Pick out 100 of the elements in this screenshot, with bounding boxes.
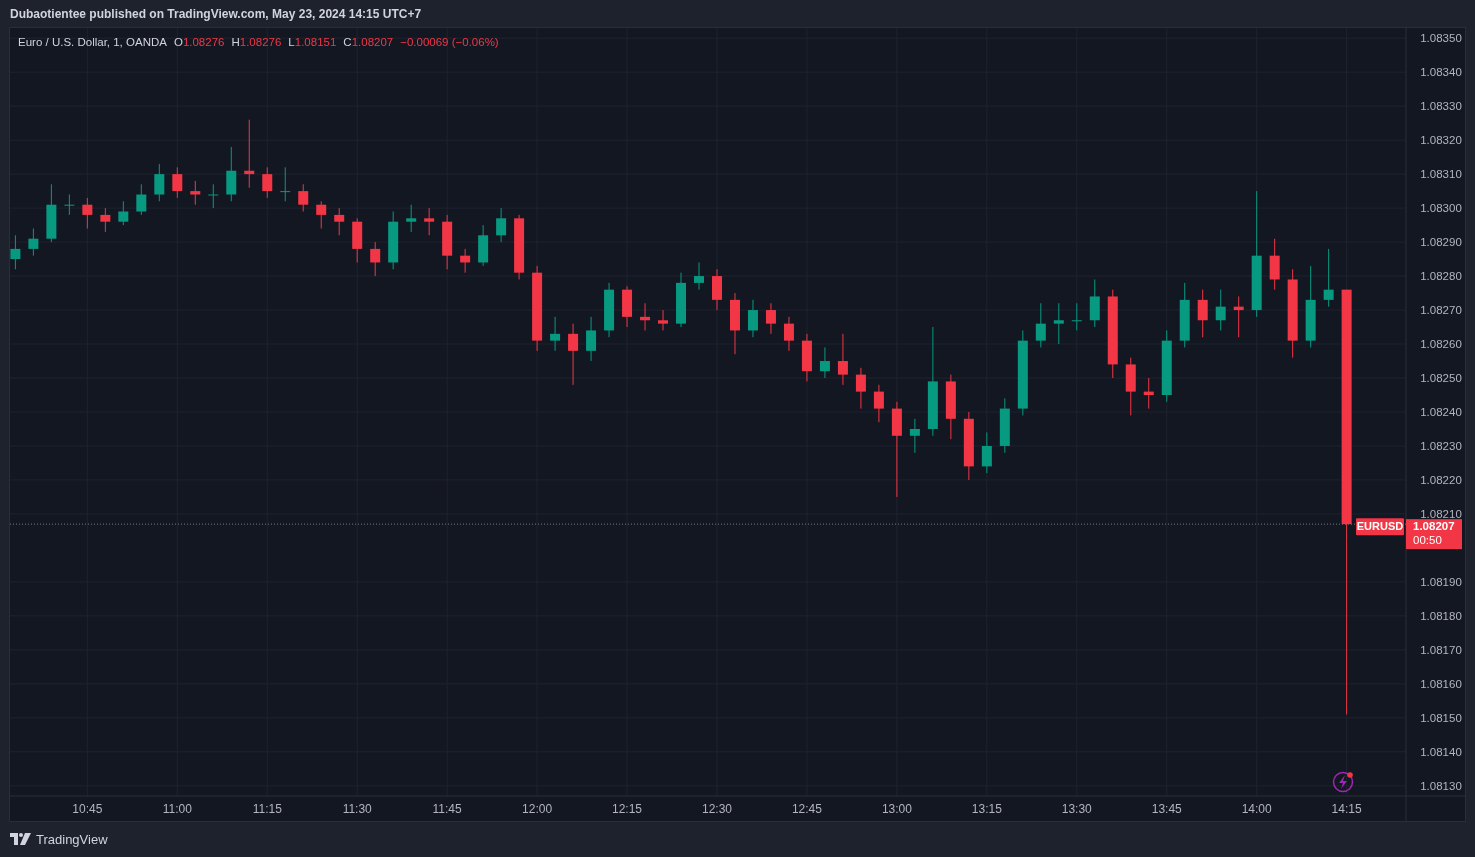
- time-axis-label: 11:45: [432, 802, 462, 816]
- price-axis-label: 1.08350: [1420, 32, 1462, 45]
- price-axis-label: 1.08330: [1420, 100, 1462, 113]
- candlestick: [801, 333, 812, 382]
- time-axis-label: 10:45: [72, 802, 103, 816]
- candlestick: [622, 285, 633, 328]
- lightning-icon[interactable]: [1332, 771, 1354, 793]
- price-axis-label: 1.08260: [1420, 338, 1462, 351]
- candlestick: [226, 146, 237, 202]
- candlestick: [999, 397, 1010, 454]
- time-axis-label: 13:00: [881, 802, 912, 816]
- ohlc-label: L: [288, 36, 295, 48]
- candlestick: [316, 200, 327, 229]
- candlestick: [262, 166, 273, 199]
- price-axis-label: 1.08290: [1420, 236, 1462, 249]
- candlestick: [604, 282, 615, 338]
- candlestick: [514, 214, 525, 280]
- candlestick: [424, 207, 435, 236]
- candlestick: [747, 299, 758, 338]
- price-axis-label: 1.08160: [1420, 677, 1462, 690]
- time-axis-label: 11:30: [342, 802, 372, 816]
- time-axis-label: 11:00: [162, 802, 192, 816]
- candlestick: [10, 234, 21, 270]
- price-axis-label: 1.08210: [1420, 507, 1462, 520]
- candlestick: [550, 316, 561, 352]
- price-axis-label: 1.08320: [1420, 134, 1462, 147]
- price-axis-label: 1.08300: [1420, 202, 1462, 215]
- candlestick: [819, 346, 830, 379]
- candlestick: [280, 166, 291, 202]
- price-axis-label: 1.08270: [1420, 304, 1462, 317]
- candlestick: [496, 207, 507, 243]
- candlestick: [873, 384, 884, 423]
- candlestick: [1089, 278, 1100, 328]
- logo-icon: [10, 833, 31, 845]
- ohlc-value: 1.08207: [351, 36, 394, 48]
- symbol-tag: EURUSD: [1356, 518, 1404, 536]
- candlestick: [478, 224, 489, 267]
- candlestick: [694, 262, 704, 291]
- candlestick: [1125, 357, 1136, 416]
- candlestick: [1179, 282, 1190, 348]
- candlestick: [1143, 377, 1154, 410]
- candlestick: [981, 431, 992, 474]
- price-axis-label: 1.08280: [1420, 270, 1462, 283]
- candlestick: [118, 200, 129, 226]
- candlestick: [568, 323, 579, 386]
- time-axis-label: 13:15: [971, 802, 1002, 816]
- price-axis-label: 1.08170: [1420, 643, 1462, 656]
- candlestick: [244, 119, 255, 189]
- price-axis-label: 1.08130: [1420, 779, 1462, 792]
- price-axis-label: 1.08230: [1420, 440, 1462, 452]
- price-tag: 1.08207 00:50: [1406, 519, 1462, 550]
- candlestick: [1269, 238, 1280, 291]
- candlestick: [370, 241, 381, 277]
- candlestick: [334, 207, 345, 236]
- candlestick: [855, 367, 866, 410]
- price-change: −0.00069 (−0.06%): [400, 36, 499, 48]
- candlestick: [406, 204, 417, 233]
- candlestick: [208, 183, 219, 209]
- price-axis-label: 1.08190: [1420, 575, 1462, 588]
- candlestick: [783, 316, 794, 352]
- candlestick: [765, 302, 776, 335]
- ohlc-label: H: [231, 36, 240, 48]
- candlestick: [945, 374, 956, 440]
- price-axis-label: 1.08150: [1420, 711, 1462, 724]
- candlestick: [730, 292, 740, 355]
- price-axis-label: 1.08340: [1420, 66, 1462, 79]
- time-axis-label: 12:30: [702, 802, 732, 816]
- candlestick: [712, 268, 722, 311]
- candlestick: [100, 207, 111, 233]
- ohlc-label: C: [343, 36, 352, 48]
- candlestick: [460, 248, 471, 274]
- candlestick: [388, 211, 399, 270]
- time-axis-label: 13:30: [1061, 802, 1092, 816]
- ohlc-value: 1.08276: [182, 36, 225, 48]
- time-axis-label: 13:45: [1151, 802, 1182, 816]
- ohlc-value: 1.08151: [294, 36, 337, 48]
- time-axis-label: 12:00: [522, 802, 553, 816]
- price-axis-label: 1.08180: [1420, 609, 1462, 622]
- candlestick: [46, 183, 57, 243]
- time-axis-label: 12:45: [791, 802, 822, 816]
- time-axis-label: 14:00: [1241, 802, 1272, 816]
- candlestick: [586, 316, 597, 362]
- time-axis-label: 11:15: [252, 802, 282, 816]
- candlestick: [352, 217, 363, 263]
- candlestick: [442, 214, 453, 270]
- brand-name: TradingView: [36, 831, 108, 847]
- candlestick: [28, 228, 39, 257]
- candlestick: [963, 411, 974, 481]
- candlestick: [676, 272, 686, 328]
- candlestick: [1197, 289, 1208, 338]
- price-axis-label: 1.08140: [1420, 745, 1462, 758]
- price-axis-label: 1.08310: [1420, 168, 1462, 181]
- candlestick: [172, 166, 183, 199]
- price-axis-label: 1.08220: [1420, 473, 1462, 486]
- symbol-title: Euro / U.S. Dollar, 1, OANDA: [18, 36, 167, 48]
- candlestick: [190, 180, 201, 206]
- candlestick: [1035, 302, 1046, 348]
- candlestick: [1215, 289, 1226, 331]
- candlestick: [1233, 295, 1244, 338]
- candlestick: [837, 333, 848, 386]
